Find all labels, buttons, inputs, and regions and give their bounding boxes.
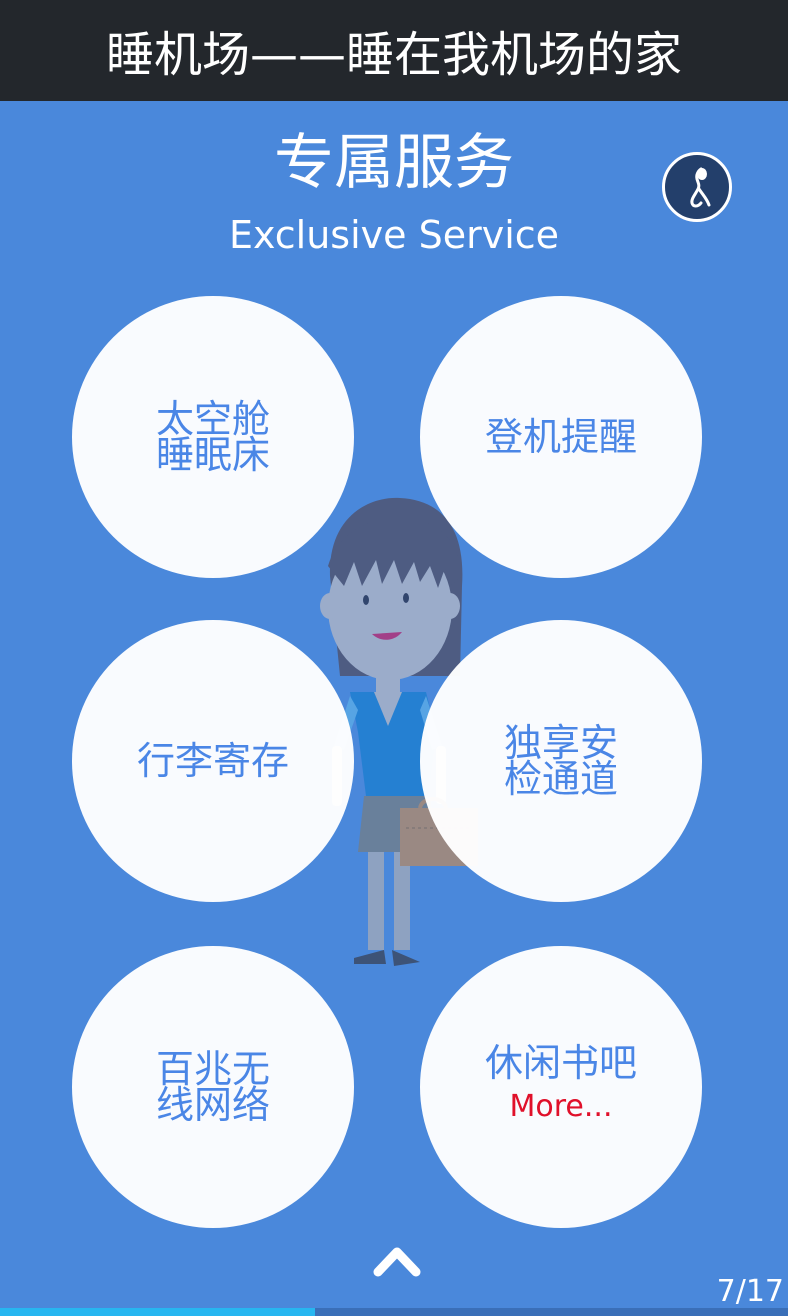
music-toggle-button[interactable] [662,152,732,222]
service-wifi[interactable]: 百兆无 线网络 [72,946,354,1228]
service-capsule-bed[interactable]: 太空舱 睡眠床 [72,296,354,578]
service-label: 独享安 检通道 [503,721,618,801]
service-exclusive-security[interactable]: 独享安 检通道 [420,620,702,902]
service-label: 登机提醒 [484,415,637,459]
status-bar [0,0,788,10]
page-indicator: 7/17 [716,1274,784,1309]
chevron-up-icon[interactable] [372,1240,422,1284]
service-label: 行李寄存 [136,739,289,783]
service-luggage-storage[interactable]: 行李寄存 [72,620,354,902]
more-link[interactable]: More... [510,1085,613,1129]
music-note-icon [690,167,711,208]
service-book-bar[interactable]: 休闲书吧 More... [420,946,702,1228]
service-label: 休闲书吧 [484,1041,637,1085]
service-boarding-reminder[interactable]: 登机提醒 [420,296,702,578]
progress-fill [0,1308,316,1316]
service-label: 百兆无 线网络 [155,1047,270,1127]
progress-bar [0,1308,788,1316]
page-title: 睡机场——睡在我机场的家 [0,10,788,101]
service-label: 太空舱 睡眠床 [155,397,270,477]
